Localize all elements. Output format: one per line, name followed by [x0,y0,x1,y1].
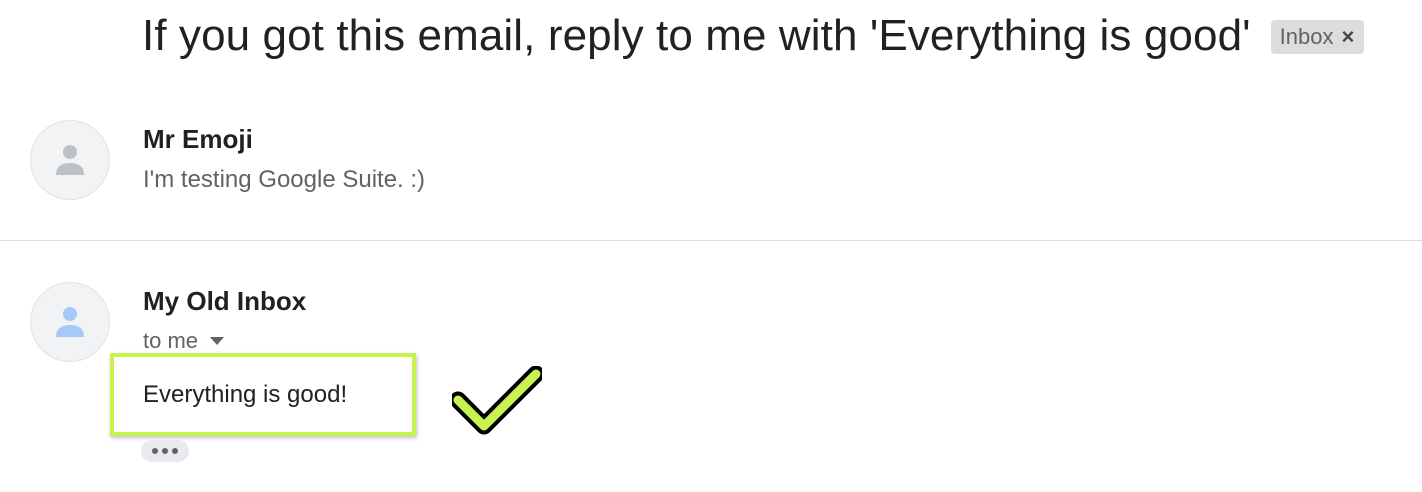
recipient-label: to me [143,328,199,353]
label-chip-text: Inbox [1279,24,1334,49]
show-trimmed-content-button[interactable] [141,440,189,462]
email-thread-view: If you got this email, reply to me with … [0,0,1422,492]
inbox-label-chip: Inbox × [1270,20,1365,54]
message-body: Everything is good! [143,381,348,408]
ellipsis-dot [172,448,178,454]
remove-label-close-icon[interactable]: × [1341,26,1354,48]
thread-subject: If you got this email, reply to me with … [142,11,1251,60]
avatar[interactable] [30,282,110,362]
message-snippet: I'm testing Google Suite. :) [143,166,426,193]
recipient-details-toggle[interactable]: to me [143,328,225,354]
chevron-down-icon [210,337,225,345]
avatar[interactable] [30,120,110,200]
thread-subject-row: If you got this email, reply to me with … [142,8,1365,64]
sender-name: Mr Emoji [143,124,253,154]
ellipsis-dot [162,448,168,454]
message-divider [0,240,1422,241]
sender-name: My Old Inbox [143,286,307,316]
checkmark-icon [452,366,542,435]
ellipsis-dot [152,448,158,454]
person-icon [56,145,84,175]
person-icon [56,307,84,337]
